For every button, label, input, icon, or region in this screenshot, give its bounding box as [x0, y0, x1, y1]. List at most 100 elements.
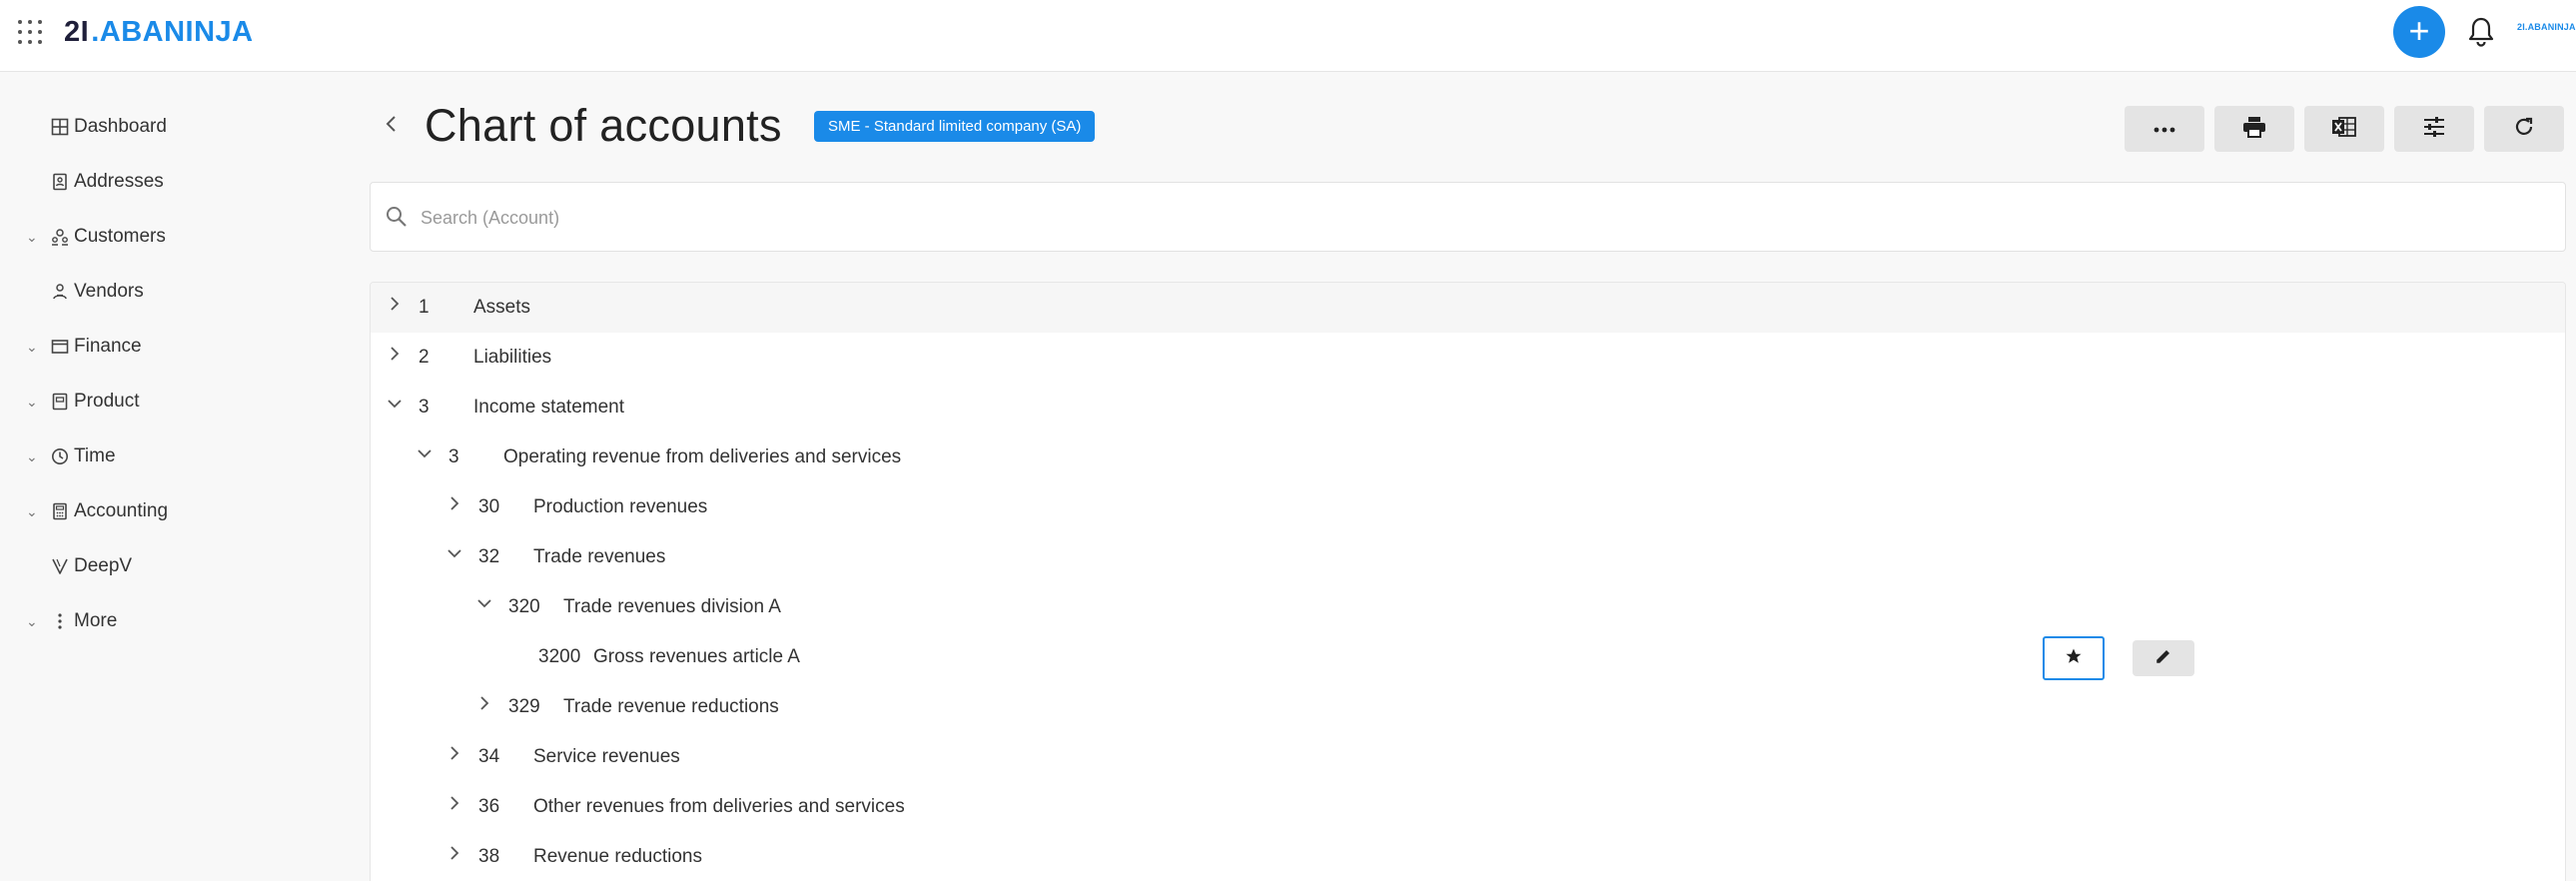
search-input[interactable] [421, 199, 2518, 237]
tree-row[interactable]: 320 Trade revenues division A [371, 582, 2565, 632]
tree-row[interactable]: 30 Production revenues [371, 482, 2565, 532]
account-number: 3 [419, 397, 429, 418]
chevron-right-icon[interactable] [444, 845, 464, 869]
tree-row[interactable]: 34 Service revenues [371, 732, 2565, 782]
tree-row[interactable]: 32 Trade revenues [371, 532, 2565, 582]
sidebar-item-label: DeepV [74, 555, 133, 576]
account-number: 30 [478, 496, 500, 517]
print-button[interactable] [2214, 106, 2294, 152]
sidebar-item-customers[interactable]: ⌄ Customers [0, 217, 330, 257]
account-number: 32 [478, 546, 500, 567]
account-logo[interactable]: 2I.ABANINJA [2517, 22, 2576, 32]
main-content: Chart of accounts SME - Standard limited… [360, 72, 2576, 881]
apps-grid-icon[interactable] [16, 18, 44, 46]
account-number: 2 [419, 347, 429, 368]
tree-row[interactable]: 36 Other revenues from deliveries and se… [371, 782, 2565, 832]
refresh-icon [2513, 116, 2535, 143]
notifications-bell-icon[interactable] [2467, 16, 2495, 48]
sidebar-item-product[interactable]: ⌄ Product [0, 382, 330, 422]
account-name: Income statement [473, 397, 625, 418]
tree-row[interactable]: 329 Trade revenue reductions [371, 682, 2565, 732]
more-vertical-icon [50, 611, 70, 631]
vendors-icon [50, 282, 70, 302]
address-book-icon [50, 172, 70, 192]
sidebar-item-label: Dashboard [74, 116, 167, 137]
sidebar-item-label: Time [74, 445, 116, 466]
chevron-right-icon[interactable] [444, 795, 464, 819]
finance-icon [50, 337, 70, 357]
account-name: Service revenues [533, 746, 680, 767]
account-name: Operating revenue from deliveries and se… [503, 446, 902, 467]
sidebar-item-dashboard[interactable]: Dashboard [0, 107, 330, 147]
ellipsis-icon [2153, 120, 2175, 138]
pencil-icon [2154, 647, 2172, 670]
tree-row[interactable]: 38 Revenue reductions [371, 832, 2565, 881]
sidebar-item-deepv[interactable]: DeepV [0, 546, 330, 586]
chevron-down-icon: ⌄ [26, 502, 38, 519]
sidebar-item-finance[interactable]: ⌄ Finance [0, 327, 330, 367]
clock-icon [50, 446, 70, 466]
customers-icon [50, 227, 70, 247]
account-number: 34 [478, 746, 500, 767]
tree-row[interactable]: 2 Liabilities [371, 333, 2565, 383]
account-name: Trade revenues [533, 546, 666, 567]
sliders-icon [2422, 116, 2446, 143]
sidebar-item-label: Accounting [74, 500, 169, 521]
back-chevron-icon[interactable] [384, 110, 404, 138]
account-number: 3200 [538, 646, 581, 667]
create-new-button[interactable]: + [2393, 6, 2445, 58]
sidebar-item-label: Addresses [74, 171, 164, 192]
sidebar: Dashboard Addresses ⌄ Customers Vendors … [0, 72, 360, 881]
top-bar: 2I. ABANINJA + 2I.ABANINJA [0, 0, 2576, 72]
app-logo[interactable]: 2I. ABANINJA [64, 14, 254, 50]
logo-mark: 2I [64, 15, 90, 48]
account-number: 320 [508, 596, 540, 617]
account-name: Revenue reductions [533, 846, 702, 867]
excel-export-button[interactable] [2304, 106, 2384, 152]
tree-row[interactable]: 1 Assets [371, 283, 2565, 333]
chevron-down-icon[interactable] [444, 545, 464, 569]
chevron-down-icon[interactable] [385, 396, 405, 420]
filter-settings-button[interactable] [2394, 106, 2474, 152]
sidebar-item-vendors[interactable]: Vendors [0, 272, 330, 312]
company-type-badge[interactable]: SME - Standard limited company (SA) [814, 111, 1096, 142]
account-name: Production revenues [533, 496, 708, 517]
edit-button[interactable] [2133, 640, 2194, 676]
account-tree: 1 Assets 2 Liabilities 3 Income statemen… [370, 282, 2566, 881]
chevron-down-icon[interactable] [474, 595, 494, 619]
sidebar-item-more[interactable]: ⌄ More [0, 601, 330, 641]
chevron-down-icon: ⌄ [26, 447, 38, 464]
product-icon [50, 392, 70, 412]
account-name: Other revenues from deliveries and servi… [533, 796, 905, 817]
tree-row[interactable]: 3 Operating revenue from deliveries and … [371, 433, 2565, 482]
more-actions-button[interactable] [2125, 106, 2204, 152]
sidebar-item-addresses[interactable]: Addresses [0, 162, 330, 202]
dashboard-icon [50, 117, 70, 137]
chevron-down-icon: ⌄ [26, 393, 38, 410]
account-number: 38 [478, 846, 500, 867]
sidebar-item-accounting[interactable]: ⌄ Accounting [0, 491, 330, 531]
chevron-down-icon: ⌄ [26, 338, 38, 355]
tree-row[interactable]: 3 Income statement [371, 383, 2565, 433]
account-name: Gross revenues article A [593, 646, 800, 667]
sidebar-item-time[interactable]: ⌄ Time [0, 437, 330, 476]
tree-row[interactable]: 3200 Gross revenues article A [371, 632, 2565, 682]
chevron-right-icon[interactable] [385, 296, 405, 320]
chevron-right-icon[interactable] [444, 495, 464, 519]
chevron-right-icon[interactable] [444, 745, 464, 769]
sidebar-item-label: Product [74, 391, 140, 412]
calculator-icon [50, 501, 70, 521]
chevron-down-icon[interactable] [415, 445, 434, 469]
account-number: 329 [508, 696, 540, 717]
account-name: Trade revenue reductions [563, 696, 779, 717]
refresh-button[interactable] [2484, 106, 2564, 152]
page-title: Chart of accounts [425, 100, 782, 151]
search-icon [385, 205, 409, 229]
sidebar-item-label: Customers [74, 226, 166, 247]
favorite-button[interactable] [2043, 636, 2105, 680]
account-number: 36 [478, 796, 500, 817]
chevron-right-icon[interactable] [474, 695, 494, 719]
account-name: Liabilities [473, 347, 552, 368]
account-name: Assets [473, 297, 531, 318]
chevron-right-icon[interactable] [385, 346, 405, 370]
